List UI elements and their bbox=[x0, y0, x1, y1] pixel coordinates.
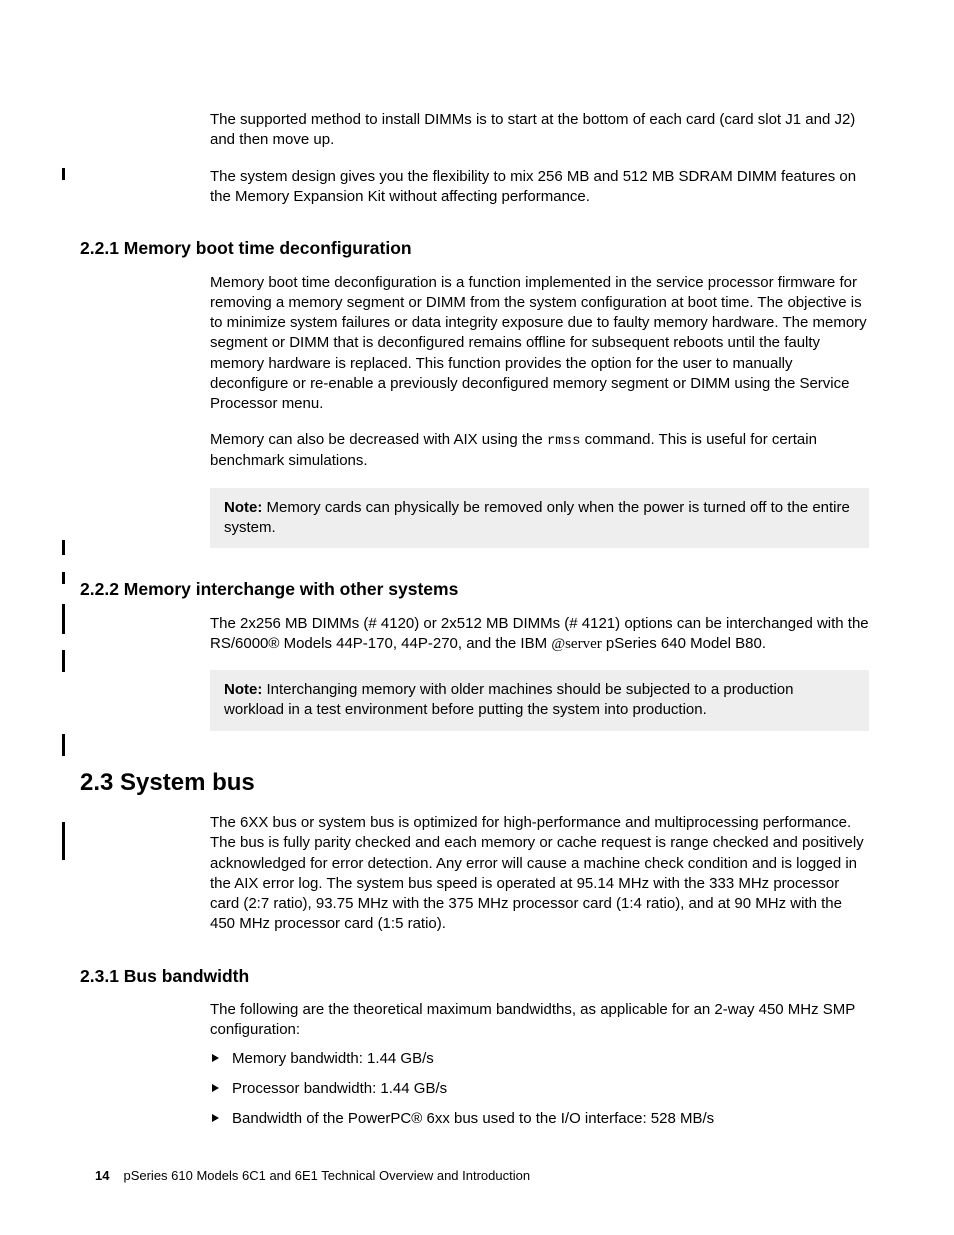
change-bar bbox=[62, 572, 65, 584]
note-box: Note: Interchanging memory with older ma… bbox=[210, 670, 869, 731]
list-item: Memory bandwidth: 1.44 GB/s bbox=[210, 1049, 869, 1069]
change-bar bbox=[62, 604, 65, 634]
change-bar bbox=[62, 822, 65, 860]
eserver-logo-e: @ bbox=[551, 636, 565, 652]
paragraph: The 6XX bus or system bus is optimized f… bbox=[210, 813, 869, 935]
paragraph: The 2x256 MB DIMMs (# 4120) or 2x512 MB … bbox=[210, 614, 869, 655]
text: The 2x256 MB DIMMs (# 4120) or 2x512 MB … bbox=[210, 615, 869, 652]
change-bar bbox=[62, 734, 65, 756]
paragraph: Memory boot time deconfiguration is a fu… bbox=[210, 273, 869, 415]
change-bar bbox=[62, 540, 65, 555]
note-box: Note: Memory cards can physically be rem… bbox=[210, 488, 869, 549]
paragraph: The supported method to install DIMMs is… bbox=[210, 110, 869, 151]
note-label: Note: bbox=[224, 681, 262, 698]
change-bar bbox=[62, 650, 65, 672]
change-bar bbox=[62, 168, 65, 180]
footer-title: pSeries 610 Models 6C1 and 6E1 Technical… bbox=[123, 1168, 530, 1183]
text: pSeries 640 Model B80. bbox=[602, 635, 766, 652]
heading-2-3: 2.3 System bus bbox=[80, 767, 874, 799]
note-body: Memory cards can physically be removed o… bbox=[224, 499, 850, 536]
list-item: Bandwidth of the PowerPC® 6xx bus used t… bbox=[210, 1109, 869, 1129]
heading-2-2-1: 2.2.1 Memory boot time deconfiguration bbox=[80, 237, 874, 261]
page-footer: 14 pSeries 610 Models 6C1 and 6E1 Technic… bbox=[95, 1167, 530, 1185]
heading-2-2-2: 2.2.2 Memory interchange with other syst… bbox=[80, 578, 874, 602]
text: Memory can also be decreased with AIX us… bbox=[210, 431, 547, 448]
heading-2-3-1: 2.3.1 Bus bandwidth bbox=[80, 965, 874, 989]
list-item: Processor bandwidth: 1.44 GB/s bbox=[210, 1079, 869, 1099]
note-label: Note: bbox=[224, 499, 262, 516]
eserver-logo-text: server bbox=[565, 636, 602, 652]
note-body: Interchanging memory with older machines… bbox=[224, 681, 793, 718]
bullet-list: Memory bandwidth: 1.44 GB/s Processor ba… bbox=[210, 1049, 869, 1130]
paragraph: Memory can also be decreased with AIX us… bbox=[210, 430, 869, 471]
paragraph: The system design gives you the flexibil… bbox=[210, 167, 869, 208]
paragraph: The following are the theoretical maximu… bbox=[210, 1000, 869, 1041]
page-number: 14 bbox=[95, 1168, 109, 1183]
inline-code: rmss bbox=[547, 433, 581, 449]
